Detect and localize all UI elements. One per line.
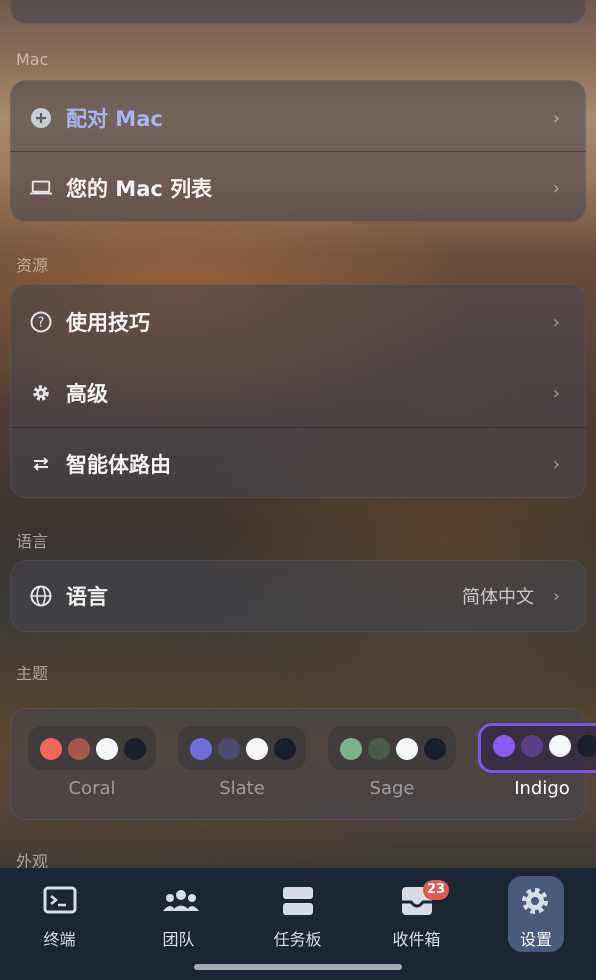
color-dot <box>218 738 240 760</box>
advanced-label: 高级 <box>66 382 108 406</box>
color-dot <box>396 738 418 760</box>
color-dot <box>521 735 543 757</box>
taskboard-icon <box>280 884 316 918</box>
resources-card: ? 使用技巧 › 高级 › 智能体路由 › <box>10 284 586 498</box>
theme-name-indigo: Indigo <box>514 778 570 799</box>
color-dot <box>340 738 362 760</box>
tab-inbox-label: 收件箱 <box>392 930 441 949</box>
top-card-fragment <box>10 0 586 24</box>
tab-inbox[interactable]: 23 收件箱 <box>357 868 476 968</box>
advanced-row[interactable]: 高级 › <box>10 357 586 429</box>
theme-swatch-sage[interactable] <box>328 726 456 770</box>
chevron-right-icon: › <box>552 382 560 404</box>
theme-name-sage: Sage <box>369 778 415 799</box>
theme-name-coral: Coral <box>68 778 116 799</box>
language-card: 语言 简体中文 › <box>10 560 586 632</box>
chevron-right-icon: › <box>552 107 560 129</box>
agent-routing-label: 智能体路由 <box>66 453 171 477</box>
tips-label: 使用技巧 <box>66 311 150 335</box>
color-dot <box>424 738 446 760</box>
tab-terminal-label: 终端 <box>43 930 76 949</box>
pair-mac-label: 配对 Mac <box>66 107 163 131</box>
tab-settings-label: 设置 <box>519 930 552 949</box>
color-dot <box>246 738 268 760</box>
color-dot <box>190 738 212 760</box>
tab-settings[interactable]: 设置 <box>496 868 576 968</box>
svg-text:?: ? <box>38 316 45 331</box>
gear-icon <box>518 884 554 918</box>
tab-taskboard-label: 任务板 <box>273 930 322 949</box>
color-dot <box>368 738 390 760</box>
section-label-resources: 资源 <box>16 256 49 275</box>
color-dot <box>124 738 146 760</box>
section-label-mac: Mac <box>16 50 49 69</box>
color-dot <box>68 738 90 760</box>
plus-circle-icon <box>30 107 52 129</box>
gear-icon <box>30 382 52 404</box>
language-value: 简体中文 <box>462 587 534 608</box>
theme-swatch-coral[interactable] <box>28 726 156 770</box>
mac-card: 配对 Mac › 您的 Mac 列表 › <box>10 80 586 222</box>
mac-list-row[interactable]: 您的 Mac 列表 › <box>10 152 586 224</box>
theme-name-slate: Slate <box>219 778 265 799</box>
theme-swatch-indigo[interactable] <box>478 723 596 773</box>
inbox-badge: 23 <box>423 880 449 900</box>
color-dot <box>96 738 118 760</box>
color-dot <box>40 738 62 760</box>
tab-taskboard[interactable]: 任务板 <box>238 868 357 968</box>
color-dot <box>577 735 596 757</box>
language-label: 语言 <box>66 585 108 609</box>
home-indicator <box>194 964 402 970</box>
team-icon <box>161 884 199 918</box>
swap-arrows-icon <box>30 453 52 475</box>
color-dot <box>549 735 571 757</box>
color-dot <box>493 735 515 757</box>
chevron-right-icon: › <box>552 585 560 607</box>
chevron-right-icon: › <box>552 311 560 333</box>
chevron-right-icon: › <box>552 453 560 475</box>
theme-card: Coral Slate Sage Indigo <box>10 708 596 820</box>
theme-swatch-slate[interactable] <box>178 726 306 770</box>
globe-icon <box>30 585 52 607</box>
color-dot <box>274 738 296 760</box>
language-row[interactable]: 语言 简体中文 › <box>10 560 586 632</box>
section-label-language: 语言 <box>16 532 49 551</box>
terminal-icon <box>42 884 78 918</box>
question-circle-icon: ? <box>30 311 52 333</box>
section-label-theme: 主题 <box>16 664 49 683</box>
tips-row[interactable]: ? 使用技巧 › <box>10 286 586 358</box>
pair-mac-row[interactable]: 配对 Mac › <box>10 82 586 154</box>
tab-team-label: 团队 <box>162 930 195 949</box>
mac-list-label: 您的 Mac 列表 <box>66 177 213 201</box>
tab-team[interactable]: 团队 <box>119 868 238 968</box>
tab-terminal[interactable]: 终端 <box>0 868 119 968</box>
chevron-right-icon: › <box>552 177 560 199</box>
agent-routing-row[interactable]: 智能体路由 › <box>10 428 586 500</box>
laptop-icon <box>30 177 52 199</box>
